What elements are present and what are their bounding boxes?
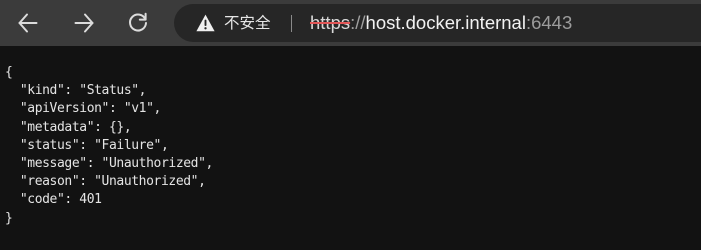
security-status-label[interactable]: 不安全 [224,13,271,33]
warning-triangle-icon[interactable] [196,14,215,32]
url-scheme: https [310,12,351,33]
address-divider [291,15,292,32]
back-button[interactable] [12,7,44,39]
url-port: :6443 [525,12,573,33]
arrow-left-icon [17,12,39,34]
url-host: host.docker.internal [365,12,526,33]
browser-toolbar: 不安全 https://host.docker.internal:6443 [0,0,701,46]
reload-button[interactable] [122,7,154,39]
json-response-body: { "kind": "Status", "apiVersion": "v1", … [5,65,213,226]
url-separator: :// [350,12,366,33]
arrow-right-icon [73,12,95,34]
url-text[interactable]: https://host.docker.internal:6443 [310,12,572,34]
address-bar[interactable]: 不安全 https://host.docker.internal:6443 [174,4,701,42]
forward-button[interactable] [68,7,100,39]
reload-icon [127,12,149,34]
